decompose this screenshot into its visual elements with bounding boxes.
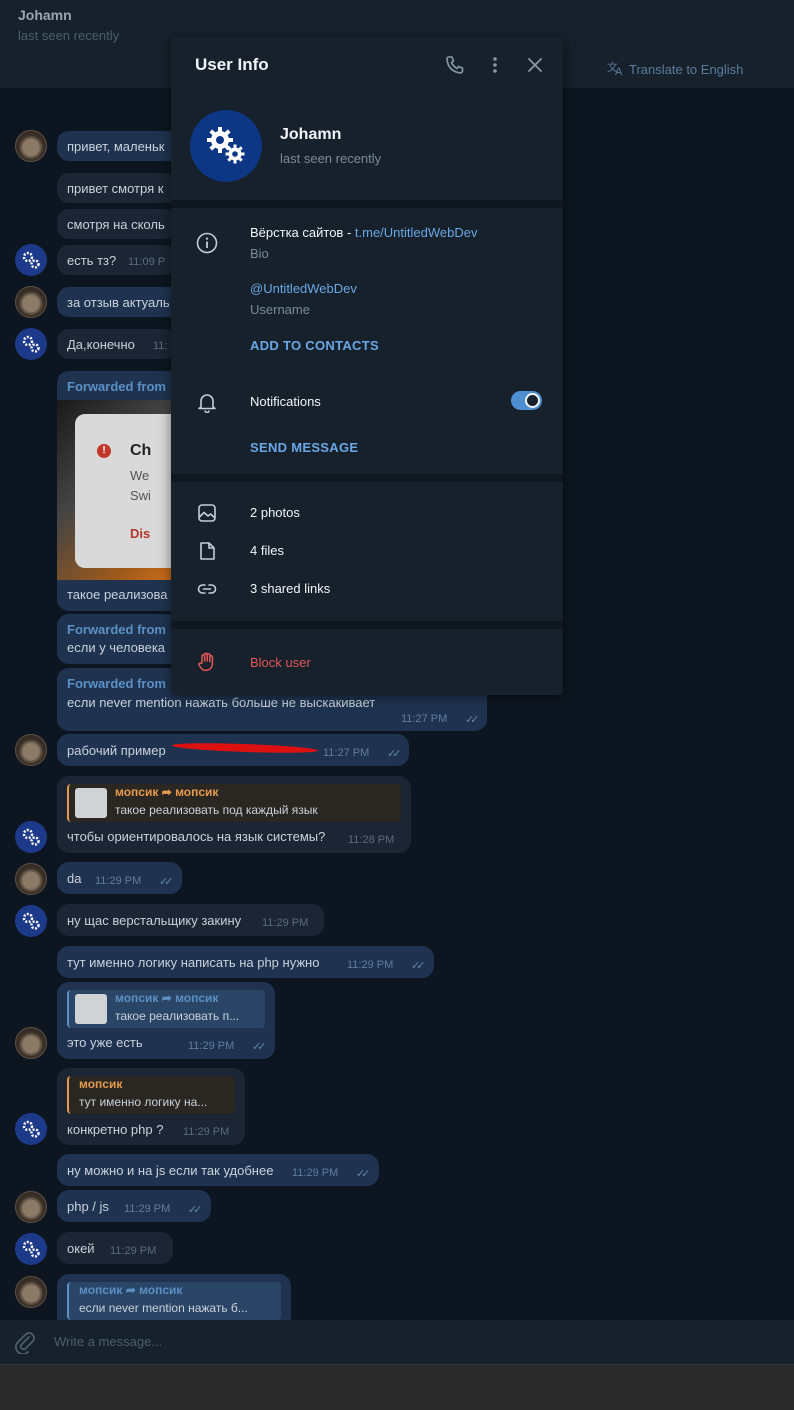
avatar[interactable] xyxy=(15,1113,47,1145)
avatar[interactable] xyxy=(15,1233,47,1265)
info-icon xyxy=(196,232,218,254)
message-bubble[interactable]: мопсик ➦ мопсик если never mention нажат… xyxy=(57,1274,291,1320)
message-bubble[interactable]: ну щас верстальщику закину 11:29 PM xyxy=(57,904,324,936)
username-value[interactable]: @UntitledWebDev xyxy=(250,281,357,296)
reply-thumbnail xyxy=(75,994,107,1024)
message-bubble[interactable]: привет смотря к xyxy=(57,173,187,203)
gear-icon xyxy=(22,1240,40,1258)
attach-icon[interactable] xyxy=(14,1330,36,1359)
error-icon: ! xyxy=(97,444,111,458)
section-divider xyxy=(171,474,563,482)
bell-icon xyxy=(196,391,218,414)
reply-quote[interactable]: мопсик ➦ мопсик такое реализовать под ка… xyxy=(67,784,401,822)
toggle-knob xyxy=(525,393,540,408)
user-info-panel: User Info Johamn last seen recently Вёрс… xyxy=(171,37,563,695)
shared-links-link[interactable]: 3 shared links xyxy=(250,581,330,596)
gear-icon xyxy=(22,335,40,353)
message-input[interactable]: Write a message... xyxy=(54,1334,162,1349)
message-bubble[interactable]: есть тз? 11:09 P xyxy=(57,245,187,275)
bio-link[interactable]: t.me/UntitledWebDev xyxy=(355,225,478,240)
send-message-button[interactable]: SEND MESSAGE xyxy=(250,440,358,455)
link-icon xyxy=(196,578,218,600)
chat-status: last seen recently xyxy=(18,28,120,43)
avatar[interactable] xyxy=(15,244,47,276)
svg-text:A: A xyxy=(615,66,623,76)
bio-label: Bio xyxy=(250,246,269,261)
notifications-label: Notifications xyxy=(250,394,321,409)
file-icon xyxy=(196,540,218,562)
dialog-card: ! Ch We Swi Dis xyxy=(75,414,175,568)
message-bubble[interactable]: мопсик тут именно логику на... конкретно… xyxy=(57,1068,245,1145)
message-bubble[interactable]: Да,конечно 11: xyxy=(57,329,187,359)
avatar[interactable] xyxy=(15,1276,47,1308)
gear-icon xyxy=(207,127,245,164)
avatar[interactable] xyxy=(15,821,47,853)
username-label: Username xyxy=(250,302,310,317)
gear-icon xyxy=(22,828,40,846)
avatar[interactable] xyxy=(15,286,47,318)
message-bubble[interactable]: мопсик ➦ мопсик такое реализовать под ка… xyxy=(57,776,411,853)
read-checkmarks-icon: ✓✓ xyxy=(159,876,174,888)
reply-thumbnail xyxy=(75,788,107,818)
avatar[interactable] xyxy=(15,1027,47,1059)
read-checkmarks-icon: ✓✓ xyxy=(252,1041,267,1053)
message-bubble[interactable]: ну можно и на js если так удобнее 11:29 … xyxy=(57,1154,379,1186)
gear-icon xyxy=(22,1120,40,1138)
shared-photos-link[interactable]: 2 photos xyxy=(250,505,300,520)
read-checkmarks-icon: ✓✓ xyxy=(387,748,402,760)
phone-icon[interactable] xyxy=(445,55,465,75)
notifications-toggle[interactable] xyxy=(511,391,542,410)
gear-icon xyxy=(22,912,40,930)
message-bubble[interactable]: php / js 11:29 PM ✓✓ xyxy=(57,1190,211,1222)
chat-title[interactable]: Johamn xyxy=(18,7,72,23)
message-image[interactable]: ! Ch We Swi Dis xyxy=(57,400,175,580)
message-bubble[interactable]: привет, маленьк xyxy=(57,131,187,161)
reply-quote[interactable]: мопсик тут именно логику на... xyxy=(67,1076,235,1114)
gear-icon xyxy=(22,251,40,269)
read-checkmarks-icon: ✓✓ xyxy=(411,960,426,972)
forwarded-message[interactable]: Forwarded from если у человека xyxy=(57,614,187,664)
block-user-button[interactable]: Block user xyxy=(250,655,311,670)
composer-bar: Write a message... xyxy=(0,1320,794,1364)
translate-label: Translate to English xyxy=(629,62,744,77)
section-divider xyxy=(171,621,563,629)
panel-title: User Info xyxy=(195,55,269,74)
translate-button[interactable]: 文A Translate to English xyxy=(607,60,743,79)
close-icon[interactable] xyxy=(525,55,545,75)
translate-icon: 文A xyxy=(607,60,625,79)
block-hand-icon xyxy=(196,651,218,673)
avatar[interactable] xyxy=(15,734,47,766)
read-checkmarks-icon: ✓✓ xyxy=(356,1168,371,1180)
add-to-contacts-button[interactable]: ADD TO CONTACTS xyxy=(250,338,379,353)
window-footer xyxy=(0,1364,794,1410)
message-bubble[interactable]: за отзыв актуаль xyxy=(57,287,187,317)
avatar[interactable] xyxy=(15,130,47,162)
reply-quote[interactable]: мопсик ➦ мопсик если never mention нажат… xyxy=(67,1282,281,1320)
avatar[interactable] xyxy=(15,905,47,937)
message-bubble[interactable]: окей 11:29 PM xyxy=(57,1232,173,1264)
message-bubble[interactable]: мопсик ➦ мопсик такое реализовать п... э… xyxy=(57,982,275,1059)
avatar[interactable] xyxy=(15,328,47,360)
message-bubble[interactable]: смотря на сколь xyxy=(57,209,187,239)
photo-icon xyxy=(196,502,218,524)
read-checkmarks-icon: ✓✓ xyxy=(465,714,480,726)
shared-files-link[interactable]: 4 files xyxy=(250,543,284,558)
bio-value: Вёрстка сайтов - t.me/UntitledWebDev xyxy=(250,225,478,240)
reply-quote[interactable]: мопсик ➦ мопсик такое реализовать п... xyxy=(67,990,265,1028)
message-bubble[interactable]: тут именно логику написать на php нужно … xyxy=(57,946,434,978)
section-divider xyxy=(171,200,563,208)
avatar[interactable] xyxy=(15,863,47,895)
profile-status: last seen recently xyxy=(280,151,382,166)
more-icon[interactable] xyxy=(485,55,505,75)
profile-name: Johamn xyxy=(280,126,342,143)
profile-avatar[interactable] xyxy=(190,110,262,182)
read-checkmarks-icon: ✓✓ xyxy=(188,1204,203,1216)
message-bubble[interactable]: da 11:29 PM ✓✓ xyxy=(57,862,182,894)
avatar[interactable] xyxy=(15,1191,47,1223)
